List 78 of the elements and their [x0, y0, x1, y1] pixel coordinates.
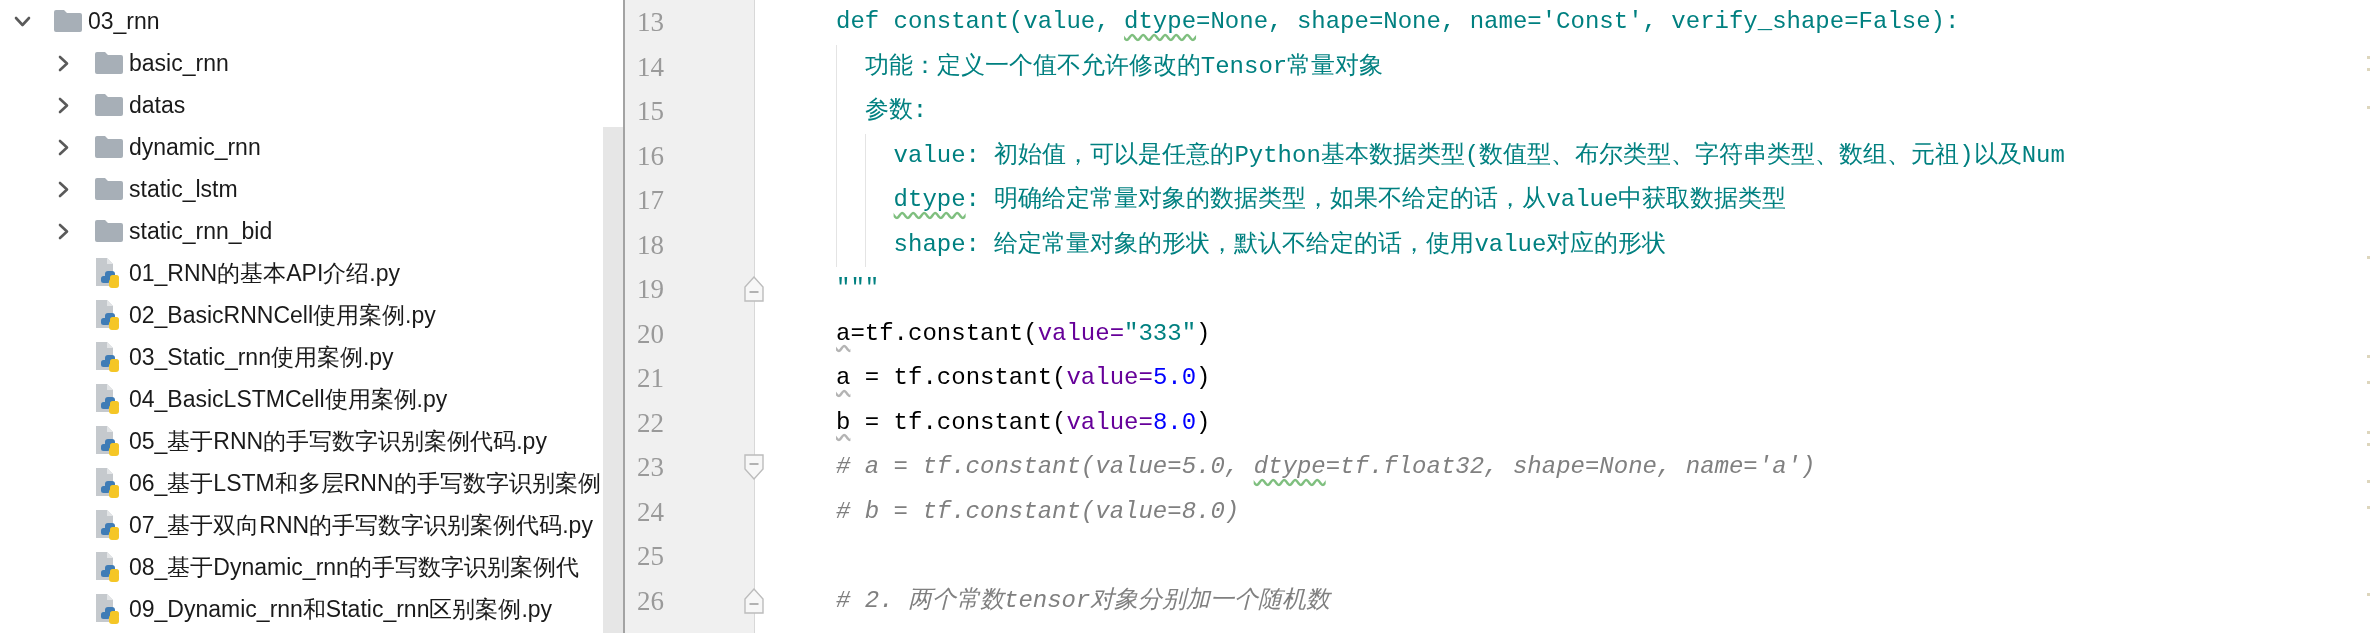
- code-line: 参数:: [864, 96, 928, 127]
- chevron-right-icon[interactable]: [57, 222, 69, 240]
- folder-icon: [95, 178, 123, 200]
- file-item[interactable]: 09_Dynamic_rnn和Static_rnn区别案例.py: [0, 588, 603, 630]
- warning-stripe-mark-icon[interactable]: [2367, 480, 2370, 483]
- code-line: # a = tf.constant(value=5.0, dtype=tf.float32, shape=None, name='a'): [836, 452, 1816, 483]
- warning-stripe-mark-icon[interactable]: [2367, 68, 2370, 71]
- file-item[interactable]: 01_RNN的基本API介绍.py: [0, 252, 603, 294]
- folder-icon: [95, 94, 123, 116]
- line-number: 16: [637, 139, 664, 173]
- warning-stripe-mark-icon[interactable]: [2367, 443, 2370, 446]
- chevron-right-icon[interactable]: [57, 54, 69, 72]
- line-number: 20: [637, 317, 664, 351]
- chevron-down-icon[interactable]: [13, 15, 31, 27]
- file-item[interactable]: 06_基于LSTM和多层RNN的手写数字识别案例: [0, 462, 603, 504]
- code-line: shape: 给定常量对象的形状，默认不给定的话，使用value对应的形状: [893, 229, 1667, 260]
- warning-stripe-mark-icon[interactable]: [2367, 355, 2370, 358]
- python-file-icon: [95, 426, 119, 456]
- file-item[interactable]: 03_Static_rnn使用案例.py: [0, 336, 603, 378]
- python-file-icon: [95, 342, 119, 372]
- scrollbar-thumb[interactable]: [603, 127, 623, 633]
- line-number: 17: [637, 184, 664, 217]
- line-number: 25: [637, 540, 664, 573]
- folder-icon: [54, 10, 82, 32]
- warning-stripe-mark-icon[interactable]: [2367, 593, 2370, 596]
- code-line: a = tf.constant(value=5.0): [836, 363, 1211, 394]
- line-number: 21: [637, 362, 664, 395]
- chevron-right-icon[interactable]: [57, 138, 69, 156]
- folder-icon: [95, 136, 123, 158]
- folder-item[interactable]: datas: [0, 84, 603, 126]
- code-line: value: 初始值，可以是任意的Python基本数据类型(数值型、布尔类型、字符串类型、数组、元祖)以及Num: [893, 140, 2065, 171]
- code-line: # b = tf.constant(value=8.0): [836, 496, 1240, 527]
- folder-icon: [95, 220, 123, 242]
- file-item[interactable]: 08_基于Dynamic_rnn的手写数字识别案例代: [0, 546, 603, 588]
- code-line: 功能：定义一个值不允许修改的Tensor常量对象: [864, 51, 1384, 82]
- code-line: dtype: 明确给定常量对象的数据类型，如果不给定的话，从value中获取数据类型: [893, 185, 1787, 216]
- folder-icon: [95, 52, 123, 74]
- chevron-right-icon[interactable]: [57, 180, 69, 198]
- code-line: """: [836, 274, 880, 305]
- warning-stripe-mark-icon[interactable]: [2367, 256, 2370, 259]
- code-line: a=tf.constant(value="333"): [836, 318, 1211, 349]
- line-number: 18: [637, 228, 664, 262]
- line-number: 14: [637, 50, 664, 84]
- line-number: 15: [637, 95, 664, 128]
- folder-item[interactable]: static_lstm: [0, 168, 603, 210]
- code-line: def constant(value, dtype=None, shape=None, name='Const', verify_shape=False):: [836, 7, 1960, 38]
- python-file-icon: [95, 510, 119, 540]
- fold-marker-icon[interactable]: [742, 454, 766, 481]
- python-file-icon: [95, 594, 119, 624]
- line-number: 26: [637, 584, 664, 618]
- code-line: # 2. 两个常数tensor对象分别加一个随机数: [836, 585, 1331, 616]
- warning-stripe-mark-icon[interactable]: [2367, 381, 2370, 384]
- folder-item[interactable]: 03_rnn: [0, 0, 603, 42]
- chevron-right-icon[interactable]: [57, 96, 69, 114]
- file-item[interactable]: 02_BasicRNNCell使用案例.py: [0, 294, 603, 336]
- fold-marker-icon[interactable]: [742, 276, 766, 303]
- folder-item[interactable]: basic_rnn: [0, 42, 603, 84]
- file-item[interactable]: 05_基于RNN的手写数字识别案例代码.py: [0, 420, 603, 462]
- python-file-icon: [95, 552, 119, 582]
- warning-stripe-mark-icon[interactable]: [2367, 431, 2370, 434]
- python-file-icon: [95, 384, 119, 414]
- file-item[interactable]: 07_基于双向RNN的手写数字识别案例代码.py: [0, 504, 603, 546]
- code-line: b = tf.constant(value=8.0): [836, 407, 1211, 438]
- warning-stripe-mark-icon[interactable]: [2367, 106, 2370, 109]
- warning-stripe-mark-icon[interactable]: [2367, 506, 2370, 509]
- line-number: 22: [637, 406, 664, 440]
- warning-stripe-mark-icon[interactable]: [2367, 56, 2370, 59]
- line-number: 24: [637, 495, 664, 529]
- line-number: 19: [637, 273, 664, 306]
- line-number: 23: [637, 451, 664, 484]
- folder-item[interactable]: dynamic_rnn: [0, 126, 603, 168]
- python-file-icon: [95, 258, 119, 288]
- folder-item[interactable]: static_rnn_bid: [0, 210, 603, 252]
- python-file-icon: [95, 468, 119, 498]
- fold-marker-icon[interactable]: [742, 587, 766, 614]
- line-number: 13: [637, 6, 664, 39]
- file-item[interactable]: 04_BasicLSTMCell使用案例.py: [0, 378, 603, 420]
- python-file-icon: [95, 300, 119, 330]
